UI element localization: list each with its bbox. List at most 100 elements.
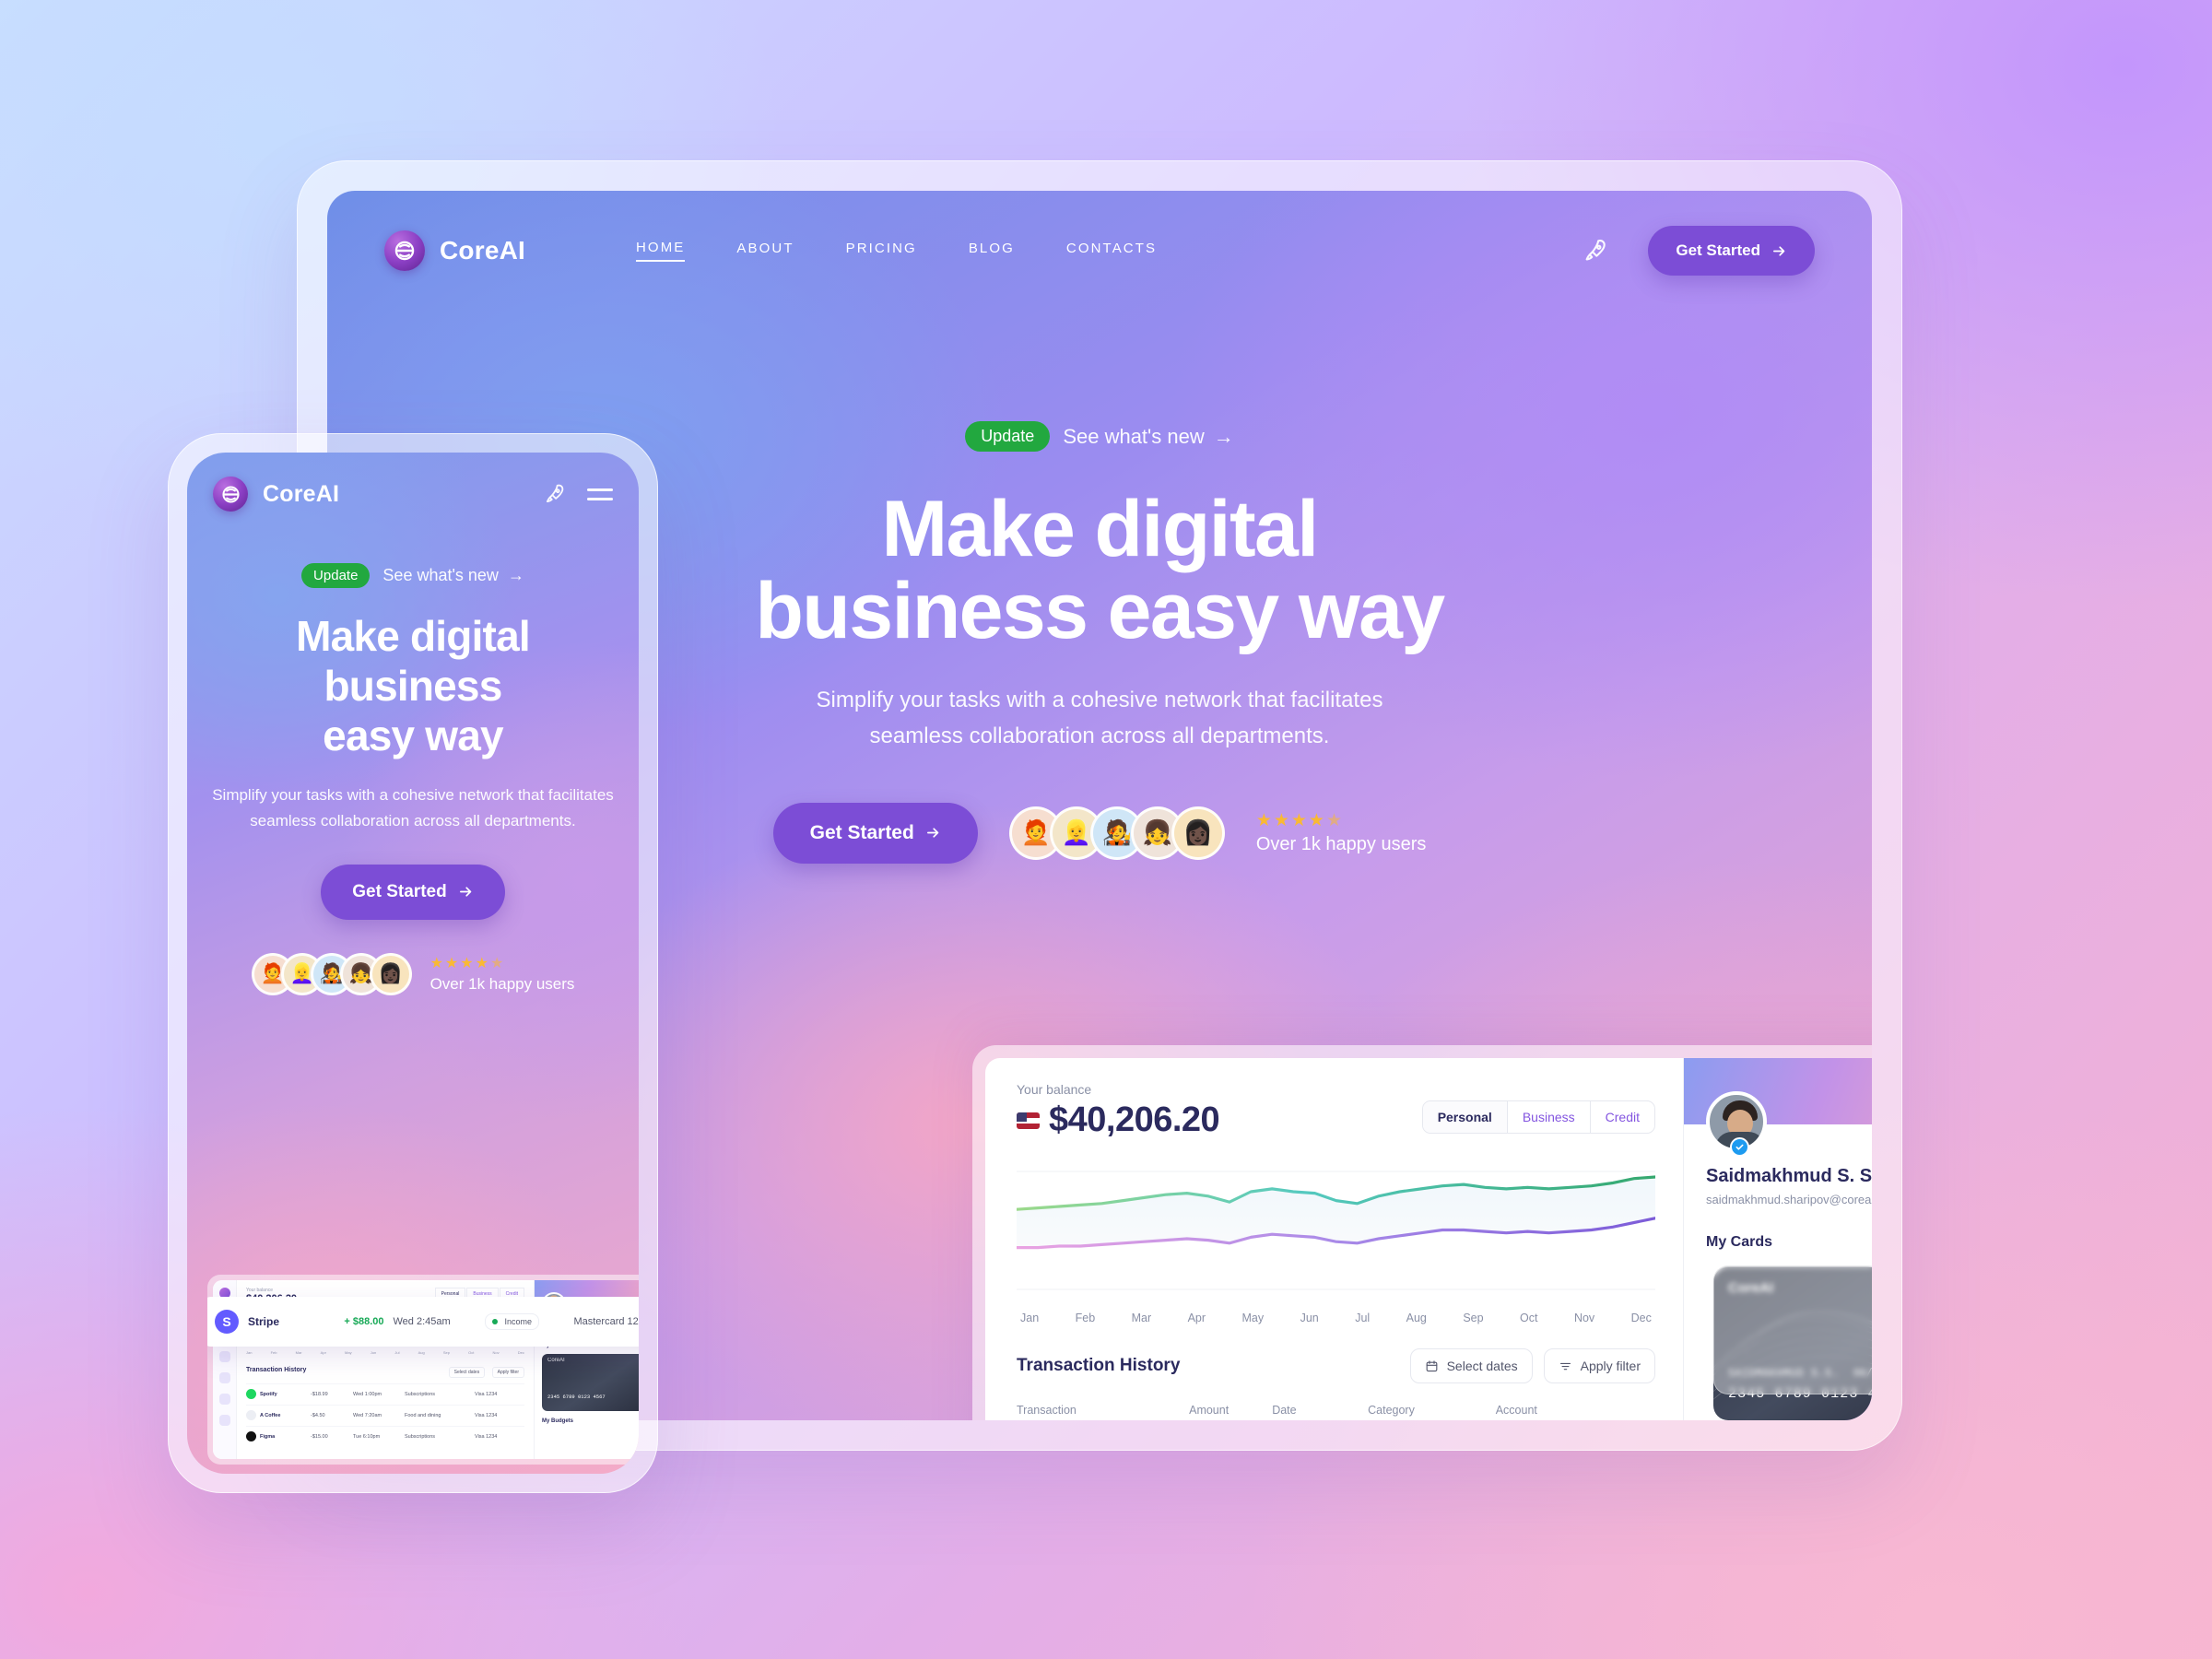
mini-select-dates[interactable]: Select dates bbox=[448, 1367, 486, 1378]
update-badge: Update bbox=[965, 421, 1051, 452]
navbar-right: Get Started bbox=[1582, 226, 1815, 276]
nav-link-blog[interactable]: BLOG bbox=[969, 241, 1015, 261]
month-label: Mar bbox=[1131, 1312, 1152, 1324]
mini-card-number: 2345 6789 0123 4567 bbox=[547, 1394, 606, 1400]
list-item[interactable]: A Coffee -$4.50 Wed 7:20am Food and dini… bbox=[246, 1405, 524, 1420]
see-whats-new-link-mobile[interactable]: See what's new → bbox=[382, 566, 524, 585]
apply-filter-button[interactable]: Apply filter bbox=[1543, 1348, 1655, 1383]
announcement-row[interactable]: Update See what's new → bbox=[965, 421, 1234, 452]
list-item[interactable]: Figma -$15.00 Tue 6:10pm Subscriptions V… bbox=[246, 1426, 524, 1441]
sidebar-item-security[interactable] bbox=[218, 1394, 230, 1405]
mini-tx-account: Visa 1234 bbox=[475, 1391, 498, 1397]
rocket-icon[interactable] bbox=[1582, 237, 1609, 265]
select-dates-button[interactable]: Select dates bbox=[1409, 1348, 1533, 1383]
mini-history-title: Transaction History bbox=[246, 1366, 307, 1373]
see-whats-new-link[interactable]: See what's new → bbox=[1063, 425, 1233, 449]
nav-link-home[interactable]: HOME bbox=[636, 240, 686, 262]
rating-block-mobile: ★★★★★ Over 1k happy users bbox=[430, 954, 575, 994]
hamburger-menu-icon[interactable] bbox=[587, 488, 613, 500]
tab-credit[interactable]: Credit bbox=[1589, 1101, 1654, 1133]
glass-overlay bbox=[1713, 1265, 1872, 1394]
transactions-table: Transaction Amount Date Category Account bbox=[1017, 1404, 1655, 1420]
transaction-history-title: Transaction History bbox=[1017, 1356, 1181, 1375]
rating-block: ★★★★★ Over 1k happy users bbox=[1256, 810, 1427, 855]
brand-name: CoreAI bbox=[440, 236, 525, 265]
stripe-logo-icon: S bbox=[215, 1310, 239, 1334]
month-label: May bbox=[1241, 1312, 1265, 1324]
month-label: Feb bbox=[1075, 1312, 1096, 1324]
col-account: Account bbox=[1495, 1404, 1537, 1417]
account-type-segmented-control: Personal Business Credit bbox=[1421, 1100, 1655, 1134]
apply-filter-label: Apply filter bbox=[1580, 1359, 1641, 1373]
coreai-logo-icon bbox=[213, 477, 248, 512]
col-amount: Amount bbox=[1189, 1404, 1230, 1417]
mini-apply-filter[interactable]: Apply filter bbox=[491, 1367, 524, 1378]
month-label: Aug bbox=[418, 1350, 425, 1355]
mini-tx-amount: -$4.50 bbox=[311, 1412, 325, 1418]
mobile-nav-right bbox=[543, 482, 613, 506]
month-label: Aug bbox=[1406, 1312, 1427, 1324]
floating-tx-name: Stripe bbox=[248, 1315, 280, 1328]
month-label: Apr bbox=[1187, 1312, 1206, 1324]
month-label: Jul bbox=[1355, 1312, 1371, 1324]
sidebar-item-transfers[interactable] bbox=[218, 1372, 230, 1383]
see-whats-new-label: See what's new bbox=[1063, 424, 1205, 448]
table-header-row: Transaction Amount Date Category Account bbox=[1017, 1404, 1655, 1420]
mini-my-budgets: My Budgets bbox=[542, 1418, 574, 1424]
nav-link-about[interactable]: ABOUT bbox=[736, 241, 794, 261]
nav-link-pricing[interactable]: PRICING bbox=[846, 241, 917, 261]
floating-tx-category: Income bbox=[485, 1313, 539, 1330]
mobile-navbar: CoreAI bbox=[187, 453, 639, 512]
list-item[interactable]: Spotify -$18.99 Wed 1:00pm Subscriptions… bbox=[246, 1383, 524, 1399]
profile-name-row: Saidmakhmud S. S. Premium bbox=[1706, 1165, 1872, 1187]
month-label: Dec bbox=[517, 1350, 524, 1355]
month-label: Oct bbox=[468, 1350, 475, 1355]
avatar: 👩🏿 bbox=[369, 952, 412, 995]
floating-transaction-row[interactable]: S Stripe + $88.00 Wed 2:45am Income Mast… bbox=[207, 1297, 639, 1347]
half-star: ★ bbox=[1325, 811, 1345, 831]
mobile-title-line-3: easy way bbox=[323, 711, 503, 759]
get-started-button-hero[interactable]: Get Started bbox=[772, 802, 978, 864]
mini-tx-name: Figma bbox=[260, 1433, 276, 1440]
mobile-title-line-1: Make digital bbox=[296, 612, 530, 660]
tab-business[interactable]: Business bbox=[1506, 1101, 1590, 1133]
mini-tx-account: Visa 1234 bbox=[475, 1433, 498, 1440]
update-badge-mobile: Update bbox=[301, 563, 371, 588]
us-flag-icon bbox=[1017, 1112, 1040, 1129]
month-label: Jul bbox=[394, 1350, 400, 1355]
get-started-button-nav[interactable]: Get Started bbox=[1648, 226, 1815, 276]
arrow-right-glyph: → bbox=[507, 566, 524, 584]
month-label: Nov bbox=[492, 1350, 500, 1355]
month-label: Sep bbox=[1463, 1312, 1484, 1324]
get-started-button-mobile[interactable]: Get Started bbox=[321, 864, 505, 920]
avatar: 👩🏿 bbox=[1171, 806, 1225, 860]
mini-tx-date: Tue 6:10pm bbox=[353, 1433, 381, 1440]
my-cards-title: My Cards bbox=[1706, 1234, 1773, 1250]
arrow-right-icon bbox=[459, 887, 471, 897]
balance-row: $40,206.20 Personal Business Credit bbox=[1017, 1100, 1655, 1140]
mini-history-header: Transaction History Select dates Apply f… bbox=[246, 1361, 524, 1378]
brand-logo-mobile[interactable]: CoreAI bbox=[213, 477, 339, 512]
profile-body: Saidmakhmud S. S. Premium saidmakhmud.sh… bbox=[1684, 1091, 1872, 1420]
happy-users-avatars: 🧑‍🦰 👱‍♀️ 🧑‍🎤 👧 👩🏿 bbox=[1008, 806, 1225, 860]
nav-link-contacts[interactable]: CONTACTS bbox=[1066, 241, 1157, 261]
see-whats-new-label-mobile: See what's new bbox=[382, 566, 499, 584]
arrow-right-glyph: → bbox=[1213, 424, 1234, 448]
phone-device-frame: CoreAI Update See what's new → Make digi… bbox=[168, 433, 658, 1493]
rocket-icon[interactable] bbox=[543, 482, 567, 506]
mobile-announcement-row[interactable]: Update See what's new → bbox=[301, 563, 524, 588]
sidebar-item-analytics[interactable] bbox=[218, 1351, 230, 1362]
col-category: Category bbox=[1368, 1404, 1415, 1417]
mobile-page-title: Make digital business easy way bbox=[211, 612, 615, 760]
arrow-right-icon bbox=[1773, 245, 1785, 256]
balance-amount-block: $40,206.20 bbox=[1017, 1100, 1220, 1140]
credit-card-stack: VISA bbox=[1706, 1265, 1872, 1420]
col-transaction: Transaction bbox=[1017, 1404, 1077, 1417]
filter-icon bbox=[1559, 1362, 1571, 1370]
brand-logo[interactable]: CoreAI bbox=[384, 230, 525, 271]
site-navbar: CoreAI HOME ABOUT PRICING BLOG CONTACTS bbox=[327, 191, 1872, 311]
coreai-logo-icon bbox=[384, 230, 425, 271]
tab-personal[interactable]: Personal bbox=[1422, 1101, 1507, 1133]
sidebar-item-profile[interactable] bbox=[218, 1415, 230, 1426]
mini-credit-card: CoreAI 2345 6789 0123 4567 bbox=[542, 1354, 639, 1411]
